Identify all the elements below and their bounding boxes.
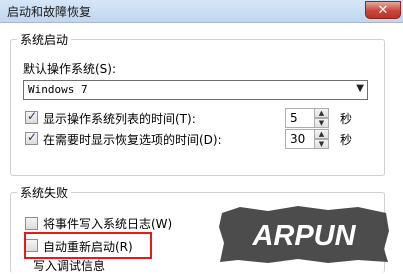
spin-up-icon[interactable]: ▲: [314, 108, 329, 118]
write-event-checkbox[interactable]: [25, 217, 38, 230]
default-os-label: 默认操作系统(S):: [23, 62, 117, 76]
spin-down-icon[interactable]: ▼: [314, 139, 329, 149]
close-button[interactable]: ✕: [365, 1, 401, 19]
window-title: 启动和故障恢复: [7, 5, 92, 19]
os-list-time-spinner[interactable]: ▲ ▼: [314, 108, 329, 128]
recovery-unit-label: 秒: [340, 133, 353, 147]
default-os-value: Windows 7: [28, 83, 88, 96]
show-os-list-label: 显示操作系统列表的时间(T):: [43, 112, 196, 126]
write-event-label: 将事件写入系统日志(W): [43, 217, 173, 231]
recovery-time-value: 30: [290, 132, 306, 146]
auto-restart-highlight-box: [24, 232, 152, 259]
show-os-list-checkbox[interactable]: ✓: [25, 109, 38, 124]
chevron-down-icon: ▼: [356, 83, 364, 94]
system-startup-label: 系统启动: [17, 31, 72, 48]
arpun-watermark: ARPUN: [219, 206, 389, 263]
close-icon: ✕: [377, 3, 389, 18]
recovery-time-spinner[interactable]: ▲ ▼: [314, 129, 329, 149]
default-os-select[interactable]: Windows 7 ▼: [23, 80, 368, 100]
spin-up-icon[interactable]: ▲: [314, 129, 329, 139]
spin-down-icon[interactable]: ▼: [314, 118, 329, 128]
recovery-time-input[interactable]: 30: [285, 129, 315, 149]
os-list-unit-label: 秒: [340, 112, 353, 126]
os-list-time-input[interactable]: 5: [285, 108, 315, 128]
os-list-time-value: 5: [290, 111, 298, 125]
checkmark-icon: ✓: [27, 130, 38, 144]
checkmark-icon: ✓: [27, 109, 38, 123]
show-recovery-checkbox[interactable]: ✓: [25, 130, 38, 145]
system-failure-label: 系统失败: [17, 184, 72, 201]
write-debug-info-label: 写入调试信息: [33, 259, 106, 273]
show-recovery-label: 在需要时显示恢复选项的时间(D):: [43, 133, 222, 147]
title-bar: 启动和故障恢复 ✕: [0, 0, 403, 23]
watermark-text: ARPUN: [251, 220, 356, 252]
